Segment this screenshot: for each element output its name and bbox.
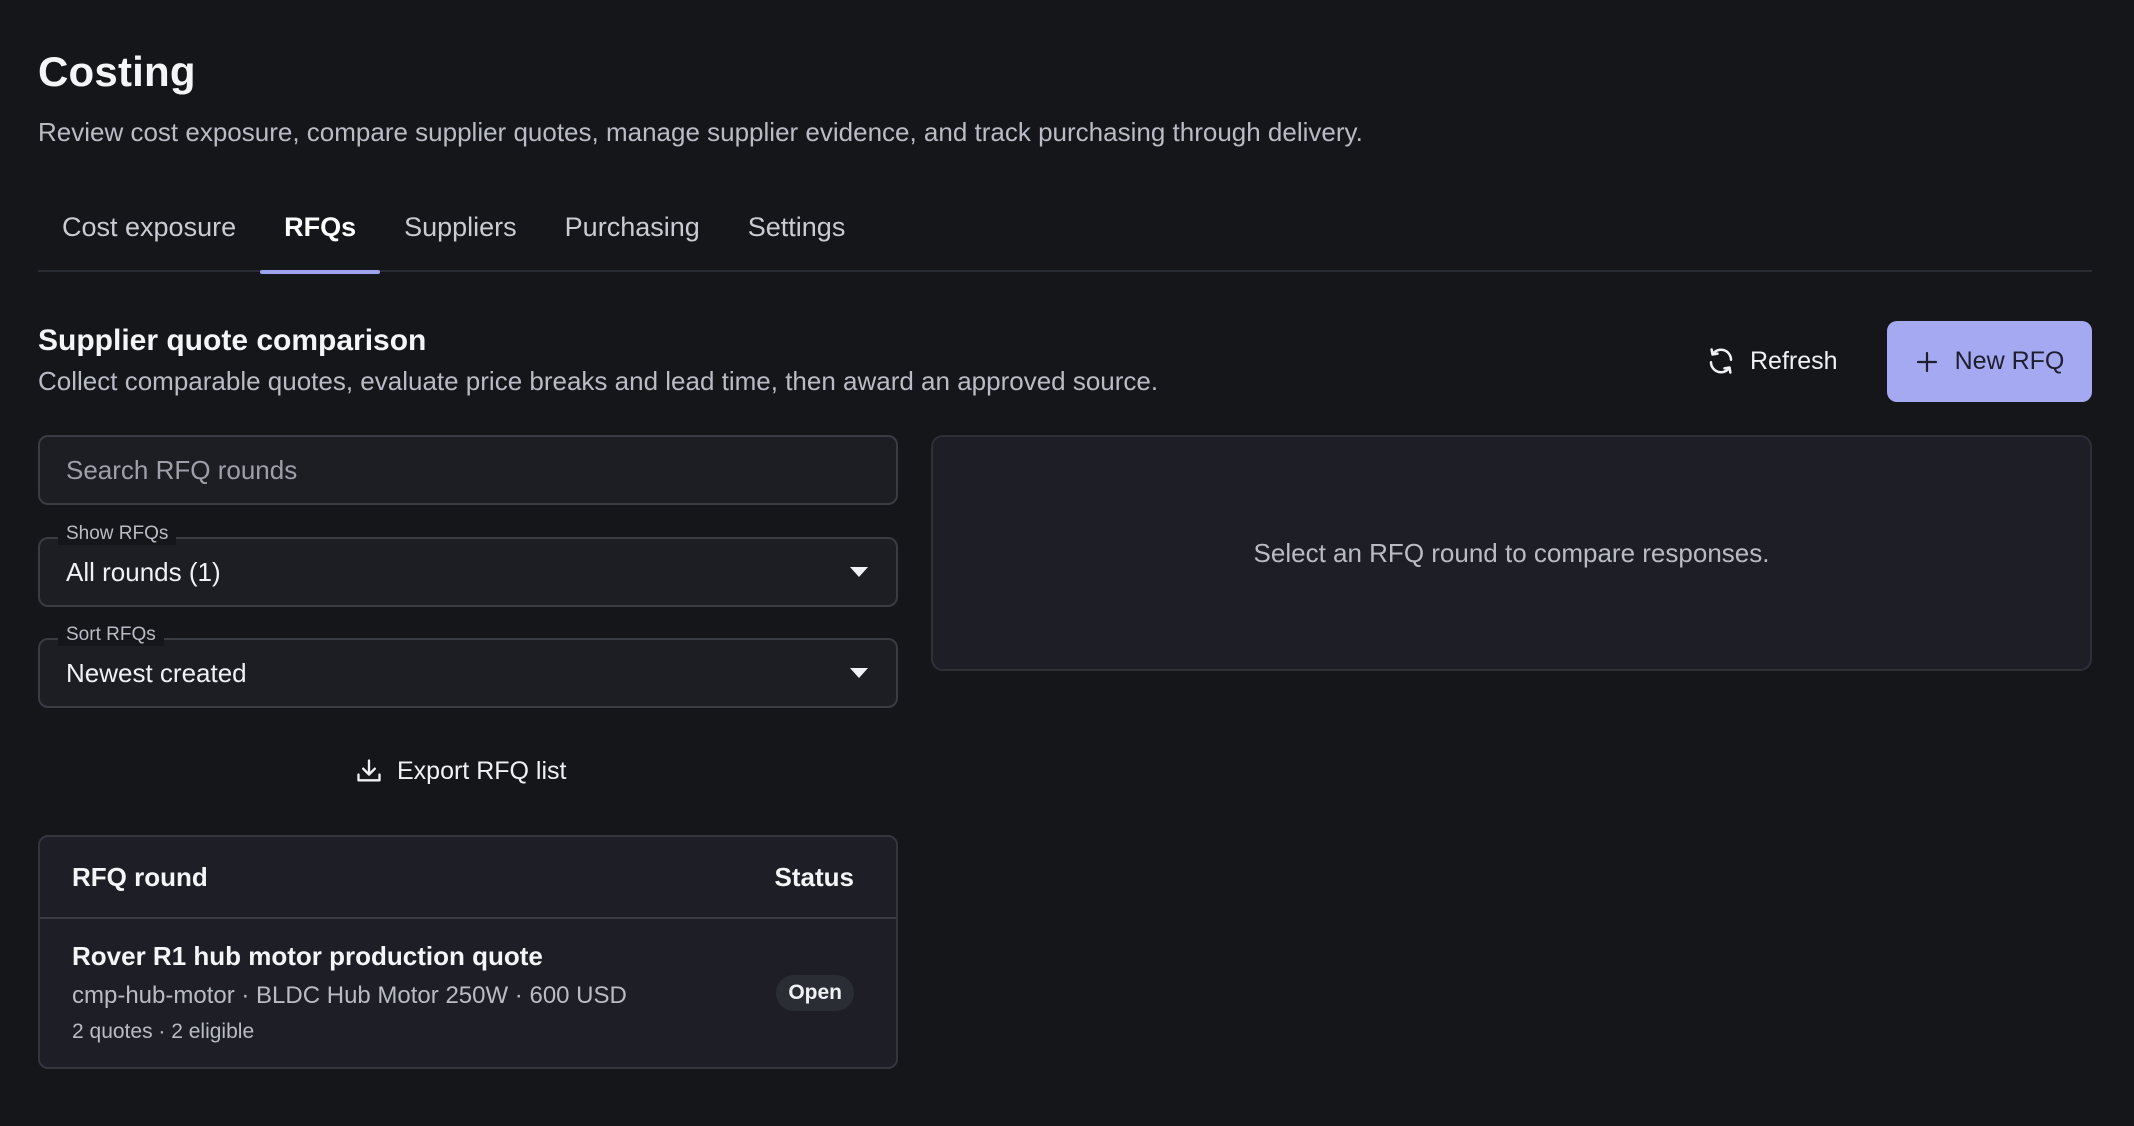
new-rfq-button[interactable]: New RFQ: [1887, 321, 2092, 402]
tab-cost-exposure[interactable]: Cost exposure: [38, 196, 260, 272]
sort-rfqs-select[interactable]: Sort RFQs Newest created: [38, 624, 898, 708]
show-rfqs-label: Show RFQs: [58, 523, 177, 545]
tab-suppliers[interactable]: Suppliers: [380, 196, 541, 272]
rfq-round-detail: cmp-hub-motor · BLDC Hub Motor 250W · 60…: [72, 982, 627, 1009]
export-rfq-list-button[interactable]: Export RFQ list: [355, 746, 566, 796]
refresh-button-label: Refresh: [1750, 346, 1838, 375]
chevron-down-icon: [850, 668, 868, 678]
rfq-table: RFQ round Status Rover R1 hub motor prod…: [38, 835, 898, 1069]
sort-rfqs-label: Sort RFQs: [58, 624, 164, 646]
show-rfqs-select[interactable]: Show RFQs All rounds (1): [38, 523, 898, 607]
compare-panel: Select an RFQ round to compare responses…: [931, 435, 2092, 671]
section-subtitle: Collect comparable quotes, evaluate pric…: [38, 366, 1159, 396]
tab-settings[interactable]: Settings: [724, 196, 870, 272]
sort-rfqs-value: Newest created: [66, 657, 247, 688]
tab-purchasing[interactable]: Purchasing: [541, 196, 724, 272]
search-field: [38, 435, 898, 505]
table-row[interactable]: Rover R1 hub motor production quote cmp-…: [40, 919, 896, 1067]
refresh-icon: [1706, 346, 1736, 376]
column-header-rfq-round: RFQ round: [72, 861, 208, 892]
refresh-button[interactable]: Refresh: [1694, 322, 1864, 400]
chevron-down-icon: [850, 567, 868, 577]
table-header: RFQ round Status: [40, 837, 896, 919]
column-header-status: Status: [774, 861, 854, 892]
plus-icon: [1915, 350, 1939, 374]
section-title: Supplier quote comparison: [38, 324, 427, 357]
status-badge: Open: [776, 975, 854, 1011]
export-button-label: Export RFQ list: [397, 756, 567, 785]
download-icon: [355, 757, 383, 785]
tab-rfqs[interactable]: RFQs: [260, 196, 381, 274]
page-title: Costing: [38, 48, 196, 95]
compare-empty-text: Select an RFQ round to compare responses…: [1253, 537, 1770, 568]
new-rfq-button-label: New RFQ: [1954, 347, 2065, 375]
rfq-round-meta: 2 quotes · 2 eligible: [72, 1020, 255, 1043]
rfq-round-title: Rover R1 hub motor production quote: [72, 941, 543, 971]
page-subtitle: Review cost exposure, compare supplier q…: [38, 117, 1363, 147]
search-input[interactable]: [66, 454, 870, 486]
show-rfqs-value: All rounds (1): [66, 556, 221, 587]
tab-bar: Cost exposure RFQs Suppliers Purchasing …: [38, 196, 2092, 274]
